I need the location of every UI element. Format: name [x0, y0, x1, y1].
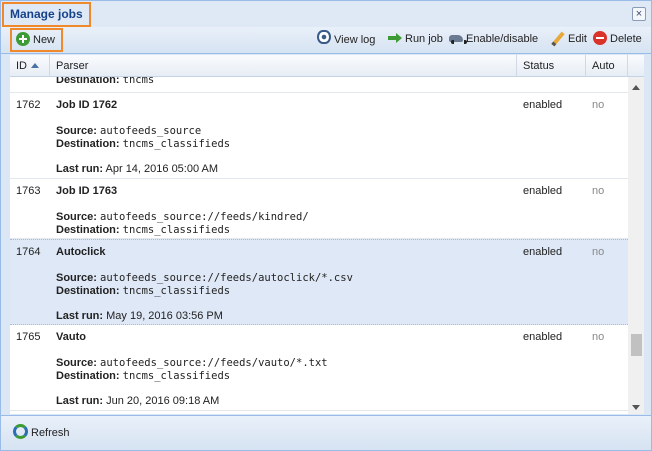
job-name: Job ID 1762: [56, 99, 118, 111]
job-name: Job ID 1763: [56, 185, 118, 197]
scroll-thumb[interactable]: [631, 334, 642, 356]
refresh-button[interactable]: Refresh: [13, 424, 70, 441]
eye-icon: [317, 30, 331, 44]
last-run-label: Last run:: [56, 310, 104, 322]
view-log-button[interactable]: View log: [315, 30, 377, 50]
scroll-down-icon[interactable]: [632, 405, 640, 410]
destination-label: Destination:: [56, 224, 120, 236]
title-bar: Manage jobs ×: [1, 1, 651, 27]
last-run-value: Apr 14, 2016 05:00 AM: [105, 163, 219, 175]
auto-cell: no: [592, 246, 605, 258]
source-value: autofeeds_source://feeds/autoclick/*.csv: [100, 272, 353, 284]
auto-cell: no: [592, 185, 605, 197]
footer-toolbar: Refresh: [1, 415, 651, 450]
refresh-icon: [13, 424, 28, 439]
parser-cell: Job ID 1763 Source: autofeeds_source://f…: [56, 185, 516, 237]
enable-disable-button[interactable]: Enable/disable: [447, 30, 540, 50]
column-header-status[interactable]: Status: [517, 55, 586, 77]
pencil-icon: [551, 31, 565, 45]
destination-value: tncms_classifieds: [122, 370, 231, 382]
destination-value: tncms: [122, 77, 155, 86]
status-cell: enabled: [523, 99, 563, 111]
last-run-value: Jun 20, 2016 09:18 AM: [106, 395, 220, 407]
vertical-scrollbar[interactable]: [628, 77, 644, 414]
destination-label: Destination:: [56, 285, 120, 297]
auto-cell: no: [592, 331, 605, 343]
delete-label: Delete: [610, 33, 642, 45]
edit-label: Edit: [568, 33, 587, 45]
run-job-button[interactable]: Run job: [386, 30, 445, 50]
source-value: autofeeds_source://feeds/kindred/: [100, 211, 309, 223]
table-row[interactable]: 1762 Job ID 1762 Source: autofeeds_sourc…: [10, 93, 628, 179]
last-run-label: Last run:: [56, 395, 104, 407]
parser-cell: Vauto Source: autofeeds_source://feeds/v…: [56, 331, 516, 408]
grid-rows: Destination: tncms 1762 Job ID 1762 Sour…: [10, 77, 628, 411]
last-run-label: Last run:: [56, 163, 104, 175]
column-header-parser[interactable]: Parser: [50, 55, 517, 77]
scroll-up-icon[interactable]: [632, 85, 640, 90]
table-row-selected[interactable]: 1764 Autoclick Source: autofeeds_source:…: [10, 239, 628, 325]
status-cell: enabled: [523, 246, 563, 258]
delete-button[interactable]: Delete: [591, 30, 644, 50]
last-run-value: May 19, 2016 03:56 PM: [106, 310, 223, 322]
run-job-label: Run job: [405, 33, 443, 45]
jobs-grid[interactable]: Destination: tncms 1762 Job ID 1762 Sour…: [10, 77, 644, 414]
manage-jobs-window: Manage jobs × New View log Run job Enabl…: [0, 0, 652, 451]
source-label: Source:: [56, 272, 97, 284]
sort-ascending-icon: [31, 63, 39, 68]
source-label: Source:: [56, 125, 97, 137]
table-row[interactable]: 1763 Job ID 1763 Source: autofeeds_sourc…: [10, 179, 628, 239]
column-header-auto[interactable]: Auto: [586, 55, 628, 77]
status-cell: enabled: [523, 331, 563, 343]
destination-value: tncms_classifieds: [122, 224, 231, 236]
status-cell: enabled: [523, 185, 563, 197]
job-name: Vauto: [56, 331, 86, 343]
id-cell: 1764: [16, 246, 41, 258]
refresh-label: Refresh: [31, 427, 70, 439]
parser-cell: Autoclick Source: autofeeds_source://fee…: [56, 246, 516, 323]
table-row[interactable]: Destination: tncms: [10, 77, 628, 93]
enable-disable-label: Enable/disable: [466, 33, 539, 45]
column-header-id[interactable]: ID: [10, 55, 50, 77]
toolbar: New View log Run job Enable/disable Edit…: [1, 27, 651, 54]
source-label: Source:: [56, 211, 97, 223]
table-row[interactable]: 1765 Vauto Source: autofeeds_source://fe…: [10, 325, 628, 411]
id-cell: 1763: [16, 185, 41, 197]
id-cell: 1765: [16, 331, 41, 343]
source-value: autofeeds_source://feeds/vauto/*.txt: [100, 357, 328, 369]
view-log-label: View log: [334, 34, 376, 46]
destination-label: Destination:: [56, 77, 120, 86]
column-header-id-label: ID: [16, 60, 27, 72]
source-value: autofeeds_source: [100, 125, 202, 137]
destination-value: tncms_classifieds: [122, 138, 231, 150]
window-title: Manage jobs: [2, 2, 91, 27]
parser-cell: Job ID 1762 Source: autofeeds_source Des…: [56, 99, 516, 176]
new-button-label: New: [33, 34, 56, 46]
plus-icon: [16, 32, 30, 46]
destination-value: tncms_classifieds: [122, 285, 231, 297]
destination-label: Destination:: [56, 138, 120, 150]
arrow-right-icon: [388, 31, 402, 45]
auto-cell: no: [592, 99, 605, 111]
edit-button[interactable]: Edit: [549, 30, 589, 50]
delete-icon: [593, 31, 607, 45]
new-button[interactable]: New: [10, 28, 64, 52]
parser-cell: Destination: tncms: [56, 77, 516, 87]
destination-label: Destination:: [56, 370, 120, 382]
close-button[interactable]: ×: [632, 7, 646, 21]
id-cell: 1762: [16, 99, 41, 111]
source-label: Source:: [56, 357, 97, 369]
job-name: Autoclick: [56, 246, 106, 258]
grid-header: ID Parser Status Auto: [10, 55, 644, 77]
car-icon: [449, 31, 467, 45]
